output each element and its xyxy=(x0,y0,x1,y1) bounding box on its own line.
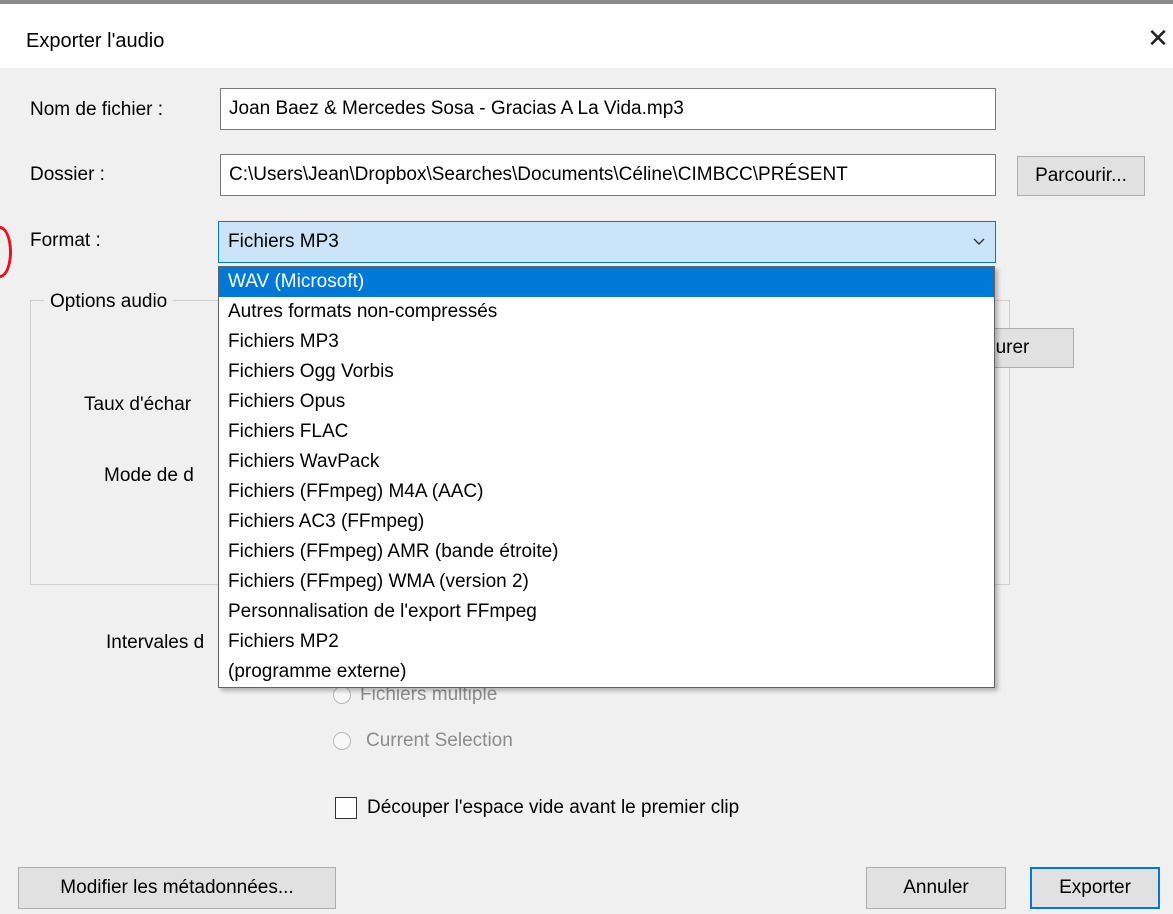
format-option[interactable]: Fichiers Opus xyxy=(219,387,994,417)
format-option[interactable]: Fichiers MP2 xyxy=(219,627,994,657)
multiple-files-radio[interactable] xyxy=(333,686,351,704)
trim-silence-label: Découper l'espace vide avant le premier … xyxy=(367,797,740,818)
format-option[interactable]: Autres formats non-compressés xyxy=(219,297,994,327)
filename-input[interactable]: Joan Baez & Mercedes Sosa - Gracias A La… xyxy=(220,88,996,130)
format-dropdown-list: WAV (Microsoft) Autres formats non-compr… xyxy=(218,266,995,688)
cancel-button[interactable]: Annuler xyxy=(866,867,1006,909)
edit-metadata-button[interactable]: Modifier les métadonnées... xyxy=(18,867,336,909)
filename-label: Nom de fichier : xyxy=(30,99,164,120)
format-select[interactable]: Fichiers MP3 xyxy=(218,221,996,263)
audio-options-title: Options audio xyxy=(44,291,174,313)
red-annotation-circle xyxy=(0,226,12,278)
browse-button[interactable]: Parcourir... xyxy=(1017,156,1145,196)
format-option[interactable]: Fichiers (FFmpeg) WMA (version 2) xyxy=(219,567,994,597)
close-icon[interactable]: ✕ xyxy=(1144,24,1172,52)
format-label: Format : xyxy=(30,230,101,251)
folder-label: Dossier : xyxy=(30,164,105,185)
format-option[interactable]: Fichiers FLAC xyxy=(219,417,994,447)
format-option[interactable]: Fichiers (FFmpeg) M4A (AAC) xyxy=(219,477,994,507)
format-option[interactable]: WAV (Microsoft) xyxy=(219,267,994,297)
current-selection-radio[interactable] xyxy=(333,732,351,750)
format-option[interactable]: Fichiers (FFmpeg) AMR (bande étroite) xyxy=(219,537,994,567)
format-option[interactable]: Fichiers AC3 (FFmpeg) xyxy=(219,507,994,537)
format-option[interactable]: Fichiers MP3 xyxy=(219,327,994,357)
ranges-label: Intervales d xyxy=(106,632,205,653)
sample-rate-label: Taux d'échar xyxy=(84,394,192,415)
format-option[interactable]: Fichiers Ogg Vorbis xyxy=(219,357,994,387)
title-bar: Exporter l'audio ✕ xyxy=(0,4,1173,68)
format-option[interactable]: Fichiers WavPack xyxy=(219,447,994,477)
mode-label: Mode de d xyxy=(104,465,194,486)
format-selected-value: Fichiers MP3 xyxy=(228,231,339,252)
dialog-title: Exporter l'audio xyxy=(26,30,165,52)
folder-input[interactable]: C:\Users\Jean\Dropbox\Searches\Documents… xyxy=(220,154,996,196)
trim-silence-checkbox[interactable] xyxy=(335,797,357,819)
format-option[interactable]: Personnalisation de l'export FFmpeg xyxy=(219,597,994,627)
current-selection-label: Current Selection xyxy=(366,730,513,751)
export-button[interactable]: Exporter xyxy=(1030,867,1160,909)
format-option[interactable]: (programme externe) xyxy=(219,657,994,687)
chevron-down-icon xyxy=(973,238,985,245)
